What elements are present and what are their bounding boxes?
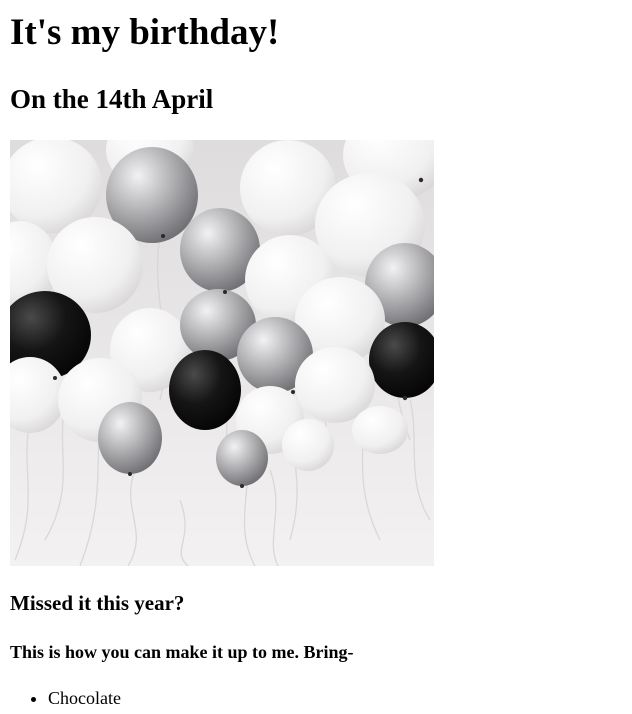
makeup-text: This is how you can make it up to me. Br…	[10, 642, 354, 662]
page: It's my birthday! On the 14th April Miss…	[0, 0, 632, 714]
balloons-photo	[10, 140, 434, 566]
gift-list: Chocolate	[10, 686, 121, 710]
page-title: It's my birthday!	[10, 12, 280, 53]
list-item: Chocolate	[48, 686, 121, 710]
missed-heading: Missed it this year?	[10, 591, 185, 615]
balloons-image	[10, 140, 434, 566]
page-subtitle: On the 14th April	[10, 84, 214, 114]
